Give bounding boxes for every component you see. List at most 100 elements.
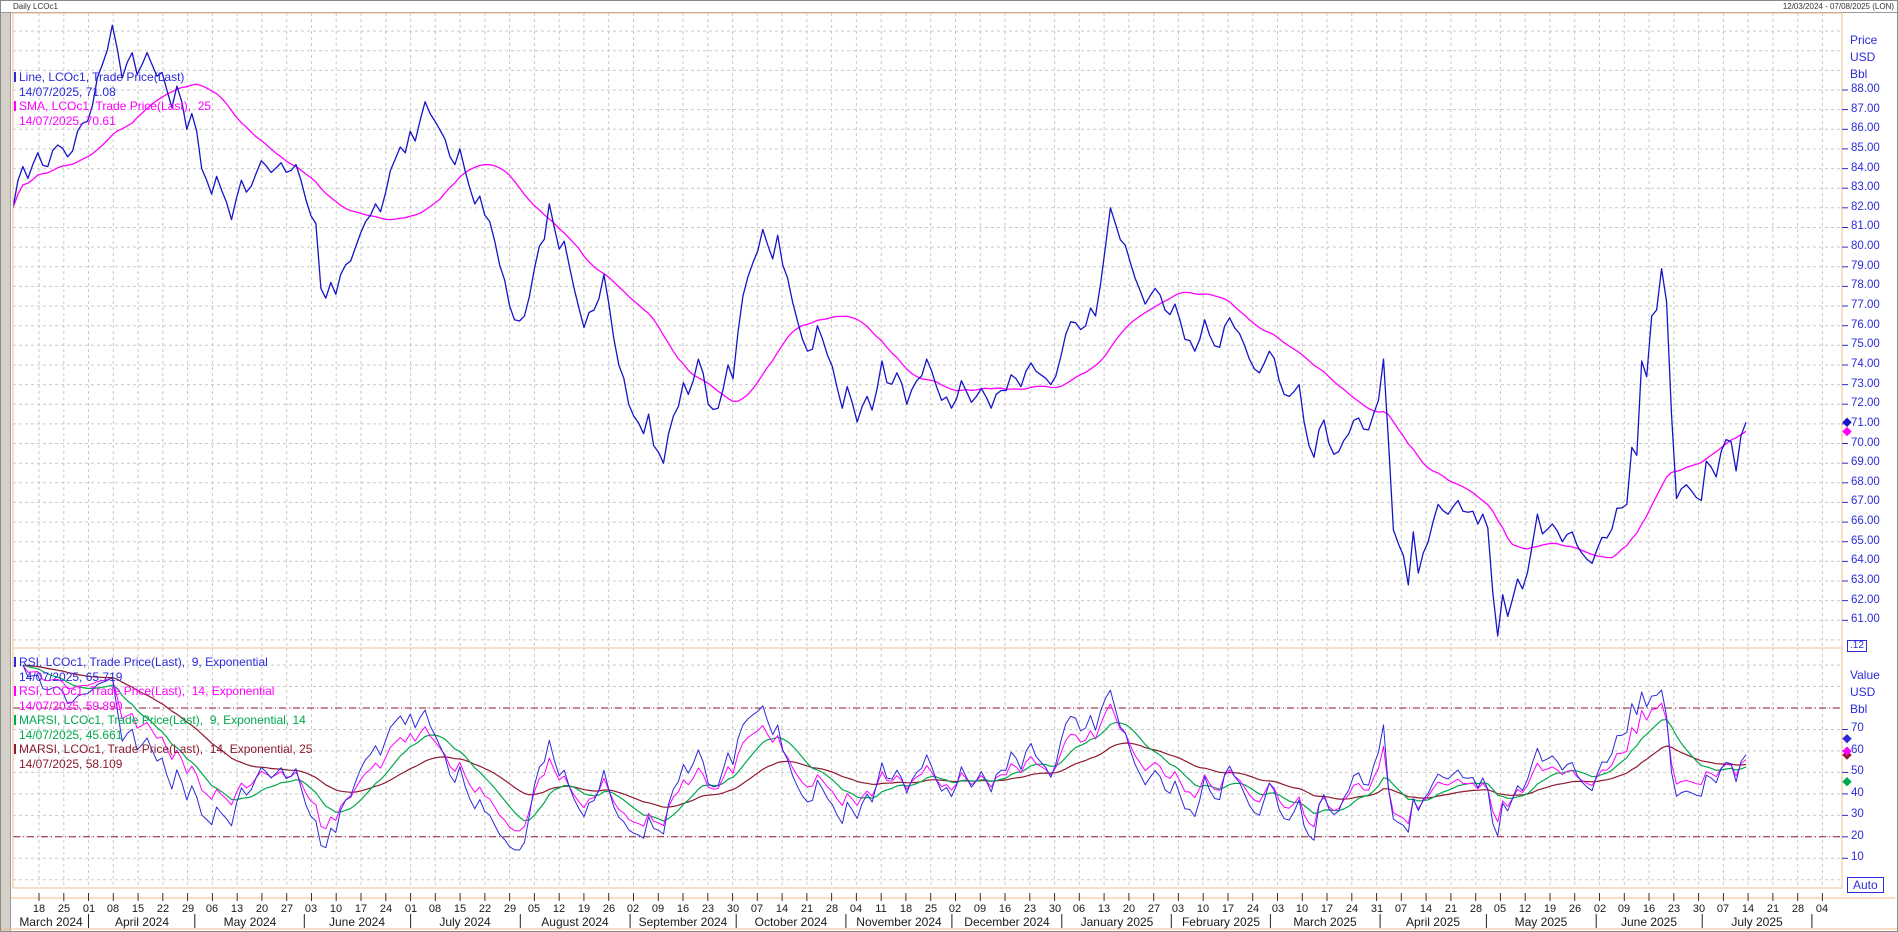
price-axis-tick: 80.00 [1851,240,1880,252]
price-axis-tick: 71.00 [1851,417,1880,429]
price-axis-tick: 83.00 [1851,181,1880,193]
date-axis-day-tick: 17 [348,903,374,915]
price-axis-header-1: Price [1850,33,1877,47]
date-axis-day-tick: 24 [1240,903,1266,915]
date-axis-day-tick: 16 [1636,903,1662,915]
date-axis-month-label: October 2024 [731,915,851,929]
date-axis-day-tick: 09 [1611,903,1637,915]
date-axis-month-label: June 2025 [1589,915,1709,929]
date-axis-day-tick: 23 [1017,903,1043,915]
date-axis-day-tick: 20 [249,903,275,915]
date-axis-day-tick: 27 [1141,903,1167,915]
date-axis-day-tick: 14 [1413,903,1439,915]
price-axis-tick: 61.00 [1851,613,1880,625]
date-axis-day-tick: 27 [274,903,300,915]
date-axis-month-label: July 2025 [1697,915,1817,929]
value-axis-tick: 20 [1851,830,1864,842]
price-axis-tick: 76.00 [1851,319,1880,331]
price-axis-tick: 65.00 [1851,535,1880,547]
date-axis-day-tick: 10 [1190,903,1216,915]
price-axis-tick: 72.00 [1851,397,1880,409]
date-axis-day-tick: 16 [992,903,1018,915]
date-axis-day-tick: 10 [1289,903,1315,915]
legend-tick-icon [14,715,16,725]
price-axis-header-3: Bbl [1850,67,1867,81]
legend-price-line: Line, LCOc1, Trade Price(Last) [14,71,184,84]
legend-marsi9-value: 14/07/2025, 45.661 [19,729,122,742]
chart-plot-svg[interactable] [1,1,1898,932]
legend-sma: SMA, LCOc1, Trade Price(Last), 25 [14,100,211,113]
price-axis-header-2: USD [1850,50,1875,64]
legend-marsi14: MARSI, LCOc1, Trade Price(Last), 14, Exp… [14,743,312,756]
date-axis-month-label: January 2025 [1057,915,1177,929]
price-axis-tick: 88.00 [1851,83,1880,95]
legend-tick-icon [14,101,16,111]
date-axis-day-tick: 01 [76,903,102,915]
date-axis-day-tick: 10 [323,903,349,915]
legend-rsi9-value: 14/07/2025, 65.719 [19,671,122,684]
price-axis-tick: 68.00 [1851,476,1880,488]
date-axis-day-tick: 28 [1463,903,1489,915]
legend-rsi14-value: 14/07/2025, 59.890 [19,700,122,713]
price-axis-tick: 62.00 [1851,594,1880,606]
value-axis-tick: 40 [1851,787,1864,799]
price-axis-tick: 73.00 [1851,378,1880,390]
legend-tick-icon [14,72,16,82]
date-axis-month-label: August 2024 [515,915,635,929]
date-axis-day-tick: 08 [100,903,126,915]
auto-scale-button[interactable]: Auto [1847,877,1884,893]
price-axis-tick: 86.00 [1851,122,1880,134]
price-axis-tick: 74.00 [1851,358,1880,370]
date-axis-day-tick: 09 [967,903,993,915]
date-axis-month-label: May 2024 [190,915,310,929]
value-axis-tick: 30 [1851,808,1864,820]
legend-sma-value: 14/07/2025, 70.61 [19,115,116,128]
date-axis-day-tick: 02 [620,903,646,915]
value-axis-tick: 50 [1851,765,1864,777]
date-axis-day-tick: 14 [1735,903,1761,915]
price-axis-tick: 77.00 [1851,299,1880,311]
date-axis-day-tick: 28 [1785,903,1811,915]
date-axis-day-tick: 23 [695,903,721,915]
date-axis-day-tick: 19 [1537,903,1563,915]
price-axis-tick: 79.00 [1851,260,1880,272]
price-axis-tick: 78.00 [1851,279,1880,291]
date-axis-day-tick: 02 [942,903,968,915]
value-axis-header-2: USD [1850,685,1875,699]
date-axis-day-tick: 04 [1809,903,1835,915]
date-axis-day-tick: 30 [1686,903,1712,915]
value-axis-header-3: Bbl [1850,702,1867,716]
date-axis-day-tick: 28 [819,903,845,915]
price-axis-tick: 81.00 [1851,220,1880,232]
date-axis-day-tick: 09 [645,903,671,915]
date-axis-month-label: March 2025 [1265,915,1385,929]
price-axis-tick: 63.00 [1851,574,1880,586]
date-axis-day-tick: 18 [26,903,52,915]
date-axis-day-tick: 13 [1091,903,1117,915]
legend-marsi14-value: 14/07/2025, 58.109 [19,758,122,771]
price-axis-tick: 82.00 [1851,201,1880,213]
date-axis-day-tick: 11 [868,903,894,915]
date-axis-day-tick: 24 [1339,903,1365,915]
date-axis-day-tick: 07 [744,903,770,915]
date-axis-day-tick: 21 [1438,903,1464,915]
date-axis-day-tick: 07 [1388,903,1414,915]
price-axis-tick: 66.00 [1851,515,1880,527]
date-axis-day-tick: 16 [670,903,696,915]
date-axis-month-label: September 2024 [623,915,743,929]
date-axis-month-label: April 2024 [82,915,202,929]
price-axis-tick: 87.00 [1851,103,1880,115]
date-axis-day-tick: 26 [1562,903,1588,915]
legend-tick-icon [14,657,16,667]
date-axis-day-tick: 05 [521,903,547,915]
chart-window: Daily LCOc1 12/03/2024 - 07/08/2025 (LON… [0,0,1898,932]
legend-rsi14: RSI, LCOc1, Trade Price(Last), 14, Expon… [14,685,274,698]
date-axis-day-tick: 21 [794,903,820,915]
date-axis-month-label: July 2024 [405,915,525,929]
date-axis-day-tick: 19 [571,903,597,915]
date-axis-month-label: April 2025 [1373,915,1493,929]
date-axis-day-tick: 07 [1710,903,1736,915]
date-axis-month-label: May 2025 [1481,915,1601,929]
date-axis-day-tick: 25 [51,903,77,915]
value-axis-header-1: Value [1850,668,1880,682]
